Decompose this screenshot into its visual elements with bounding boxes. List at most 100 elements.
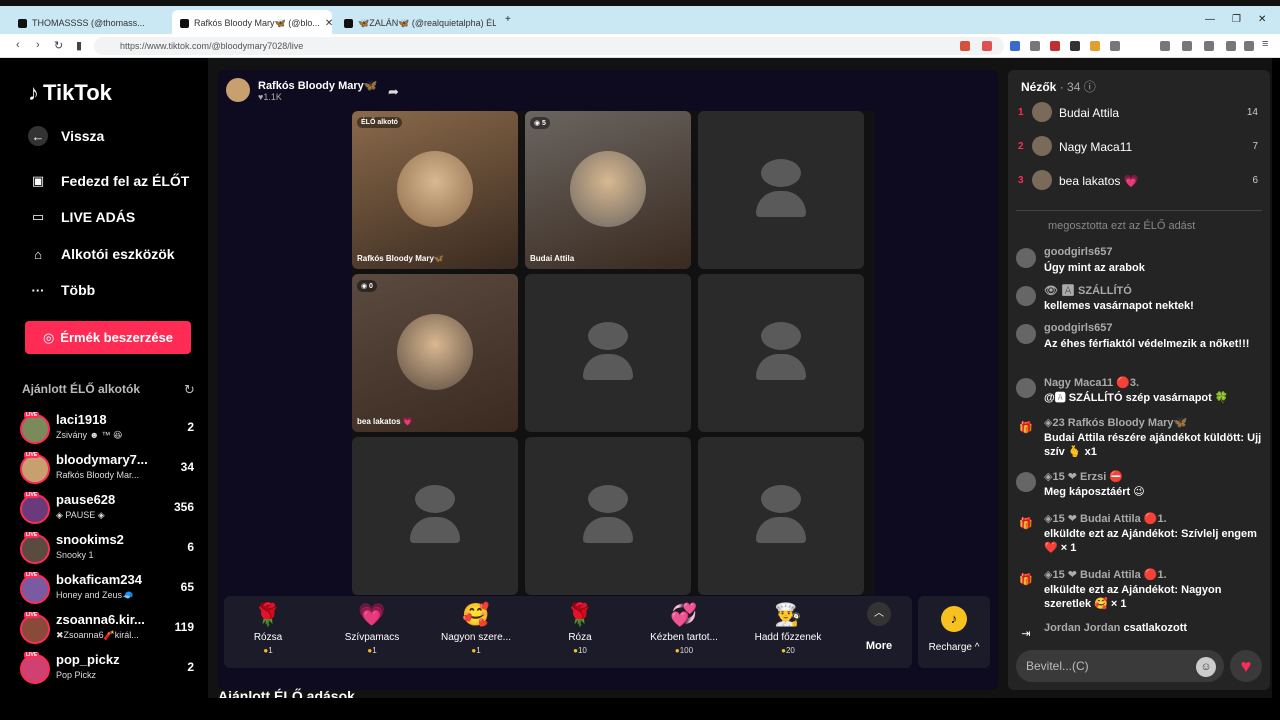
chat-panel: Nézők · 34 ⓘ 1 Budai Attila 14 2 Nagy Maca11…	[1008, 70, 1270, 690]
host-info[interactable]: Rafkós Bloody Mary🦋 ♥1.1K	[226, 78, 377, 102]
gift-item[interactable]: 🌹 Rózsa ●1	[218, 602, 318, 655]
gift-bar: 🌹 Rózsa ●1 💗 Szívpamacs ●1 🥰 Nagyon szere... ●1 🌹…	[224, 596, 912, 668]
creator-subtitle: ✖Zsoanna6🧨királ...	[56, 630, 139, 640]
extension-icon[interactable]	[1030, 41, 1040, 51]
extensions-puzzle-icon[interactable]	[1110, 41, 1120, 51]
viewers-heading[interactable]: Nézők · 34 ⓘ	[1021, 78, 1096, 95]
browser-tab-2-active[interactable]: Rafkós Bloody Mary🦋 (@blo... ✕	[172, 10, 332, 36]
get-coins-button[interactable]: ◎ Érmék beszerzése	[25, 321, 191, 354]
refresh-icon[interactable]: ↻	[184, 382, 195, 398]
guest-badge: ÉLŐ alkotó	[357, 117, 402, 128]
chat-text: elküldte ezt az Ajándékot: Nagyon szeret…	[1044, 584, 1222, 610]
creator-avatar: LIVE	[20, 612, 50, 644]
rewards-icon[interactable]	[982, 41, 992, 51]
chat-text: Az éhes férfiaktól védelmezik a nőket!!!	[1044, 338, 1250, 350]
creator-viewer-count: 119	[174, 620, 194, 634]
gift-icon: 💞	[670, 602, 698, 627]
host-avatar[interactable]	[226, 78, 250, 102]
creator-item[interactable]: LIVE pause628 ◈ PAUSE ◈ 356	[20, 490, 200, 528]
camera-icon: ▭	[31, 209, 45, 224]
empty-guest-slot[interactable]	[525, 437, 691, 595]
chat-username: ◈15 ❤ Budai Attila 🔴1.	[1044, 513, 1167, 525]
guest-video-cell[interactable]: ◉ 5 Budai Attila	[525, 111, 691, 269]
empty-guest-slot[interactable]	[698, 274, 864, 432]
recharge-button[interactable]: ♪ Recharge ^	[918, 596, 990, 668]
nav-go-live[interactable]: ▭ LIVE ADÁS	[28, 207, 135, 227]
nav-creator-tools[interactable]: ⌂ Alkotói eszközök	[28, 244, 175, 264]
empty-guest-slot[interactable]	[352, 437, 518, 595]
live-tv-icon: ▣	[31, 173, 45, 188]
chat-input[interactable]: Bevitel...(C)	[1016, 650, 1224, 682]
gift-item[interactable]: 🌹 Róza ●10	[530, 602, 630, 655]
creator-item[interactable]: LIVE laci1918 Zsivány ☻ ™ 😆 2	[20, 410, 200, 448]
creator-item[interactable]: LIVE pop_pickz Pop Pickz 2	[20, 650, 200, 688]
sidebar-icon[interactable]	[1182, 41, 1192, 51]
tiktok-logo[interactable]: ♪ TikTok	[28, 80, 112, 106]
gift-item[interactable]: 💗 Szívpamacs ●1	[322, 602, 422, 655]
close-window-icon[interactable]: ✕	[1258, 14, 1266, 25]
like-heart-button[interactable]: ♥	[1230, 650, 1262, 682]
back-icon[interactable]: ‹	[16, 39, 20, 51]
vpn-icon[interactable]	[1244, 41, 1254, 51]
hls-icon[interactable]	[1050, 41, 1060, 51]
creator-item[interactable]: LIVE bokaficam234 Honey and Zeus🧢 65	[20, 570, 200, 608]
chat-username: ◈15 ❤ Erzsi ⛔	[1044, 471, 1124, 483]
viewer-name: Nagy Maca11	[1059, 140, 1133, 154]
restore-icon[interactable]: ❐	[1232, 14, 1241, 25]
bookmark-icon[interactable]: ▮	[76, 39, 82, 52]
host-name: Rafkós Bloody Mary🦋	[258, 79, 378, 92]
gift-item[interactable]: 🥰 Nagyon szere... ●1	[426, 602, 526, 655]
share-icon[interactable]: ➦	[388, 84, 399, 100]
empty-guest-slot[interactable]	[698, 111, 864, 269]
gift-box-icon: 🎁	[1019, 518, 1033, 530]
menu-icon[interactable]: ≡	[1262, 38, 1272, 50]
new-tab-icon[interactable]: +	[505, 14, 511, 25]
translate-icon[interactable]	[1010, 41, 1020, 51]
wallet-icon[interactable]	[1204, 41, 1214, 51]
browser-tab-1[interactable]: THOMASSSS (@thomass...	[10, 10, 168, 36]
creator-name: pause628	[56, 492, 116, 507]
top-viewer-item[interactable]: 2 Nagy Maca11 7	[1018, 134, 1258, 162]
gift-item[interactable]: 👨‍🍳 Hadd főzzenek ●20	[738, 602, 838, 655]
creator-name: zsoanna6.kir...	[56, 612, 145, 627]
more-gifts-button[interactable]: ︿ More	[854, 602, 904, 652]
forward-icon[interactable]: ›	[36, 39, 40, 51]
top-viewer-item[interactable]: 3 bea lakatos 💗 6	[1018, 168, 1258, 196]
minimize-icon[interactable]: —	[1205, 14, 1215, 25]
guest-video-cell[interactable]: ◉ 0 bea lakatos 💗	[352, 274, 518, 432]
creator-viewer-count: 34	[180, 460, 194, 474]
empty-guest-slot[interactable]	[525, 274, 691, 432]
leo-icon[interactable]	[1226, 41, 1236, 51]
creator-avatar: LIVE	[20, 532, 50, 564]
nav-explore-live[interactable]: ▣ Fedezd fel az ÉLŐT	[28, 171, 190, 191]
top-viewer-item[interactable]: 1 Budai Attila 14	[1018, 100, 1258, 128]
live-badge: LIVE	[24, 492, 40, 498]
nav-more[interactable]: ··· Több	[28, 280, 96, 300]
url-input[interactable]: https://www.tiktok.com/@bloodymary7028/l…	[94, 37, 1004, 55]
help-icon[interactable]: ⓘ	[1084, 80, 1096, 94]
gift-item[interactable]: 💞 Kézben tartot... ●100	[634, 602, 734, 655]
chat-username: 👁 🅰 SZÁLLÍTÓ	[1044, 285, 1132, 297]
viewer-score: 7	[1252, 141, 1258, 152]
extension-icon[interactable]	[1070, 41, 1080, 51]
media-icon[interactable]	[1160, 41, 1170, 51]
gift-price: ●1	[263, 646, 273, 655]
empty-guest-slot[interactable]	[698, 437, 864, 595]
brave-shield-icon[interactable]	[960, 41, 970, 51]
creator-subtitle: Rafkós Bloody Mar...	[56, 470, 140, 480]
creator-item[interactable]: LIVE bloodymary7... Rafkós Bloody Mar... 34	[20, 450, 200, 488]
close-tab-icon[interactable]: ✕	[325, 18, 332, 29]
extension-icon[interactable]	[1090, 41, 1100, 51]
gift-icon: 🌹	[566, 602, 594, 627]
creator-viewer-count: 2	[187, 660, 194, 674]
browser-tab-3[interactable]: 🦋ZALÁN🦋 (@realquietalpha) ÉLŐ	[336, 10, 496, 36]
creator-item[interactable]: LIVE snookims2 Snooky 1 6	[20, 530, 200, 568]
guest-video-cell[interactable]: ÉLŐ alkotó Rafkós Bloody Mary🦋	[352, 111, 518, 269]
creator-avatar: LIVE	[20, 492, 50, 524]
nav-back[interactable]: ← Vissza	[28, 126, 104, 146]
reload-icon[interactable]: ↻	[54, 39, 63, 52]
emoji-icon[interactable]: ☺	[1196, 657, 1216, 677]
gift-name: Róza	[568, 632, 592, 643]
gift-price: ●10	[573, 646, 587, 655]
creator-item[interactable]: LIVE zsoanna6.kir... ✖Zsoanna6🧨királ... 119	[20, 610, 200, 648]
